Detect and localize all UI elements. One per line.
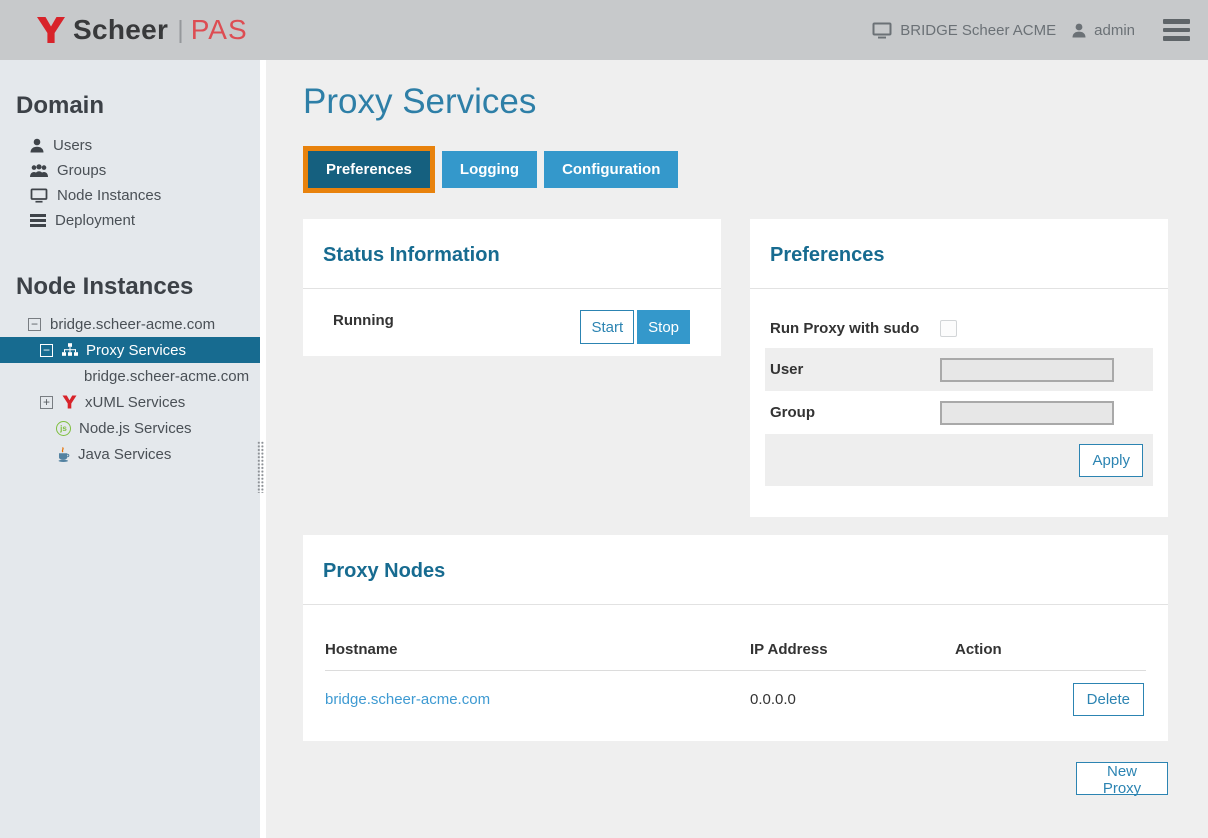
proxy-nodes-card: Proxy Nodes Hostname IP Address Action b… bbox=[303, 535, 1168, 741]
table-row: bridge.scheer-acme.com 0.0.0.0 Delete bbox=[325, 671, 1146, 727]
sudo-label: Run Proxy with sudo bbox=[770, 320, 940, 337]
tree-node-label: Proxy Services bbox=[86, 342, 186, 359]
sudo-checkbox[interactable] bbox=[940, 320, 957, 337]
user-field[interactable] bbox=[940, 358, 1114, 382]
tree-node-label: Java Services bbox=[78, 446, 171, 463]
column-header-hostname: Hostname bbox=[325, 641, 750, 658]
sidebar-item-users[interactable]: Users bbox=[0, 133, 260, 158]
stop-button[interactable]: Stop bbox=[637, 310, 690, 344]
group-field[interactable] bbox=[940, 401, 1114, 425]
current-node-indicator[interactable]: BRIDGE Scheer ACME bbox=[872, 22, 1056, 39]
tab-configuration[interactable]: Configuration bbox=[544, 151, 678, 188]
sidebar-item-node-instances[interactable]: Node Instances bbox=[0, 183, 260, 208]
tab-bar: Preferences Logging Configuration bbox=[303, 151, 685, 188]
card-title: Proxy Nodes bbox=[303, 535, 1168, 583]
status-value: Running bbox=[333, 312, 394, 329]
sidebar-resize-handle[interactable] bbox=[257, 441, 264, 493]
card-title: Preferences bbox=[750, 219, 1168, 267]
column-header-ip: IP Address bbox=[750, 641, 955, 658]
main-content: Proxy Services Preferences Logging Confi… bbox=[266, 60, 1208, 838]
sidebar-item-label: Deployment bbox=[55, 212, 135, 229]
delete-button[interactable]: Delete bbox=[1073, 683, 1144, 716]
status-information-card: Status Information Running Start Stop bbox=[303, 219, 721, 356]
tree-node-label: bridge.scheer-acme.com bbox=[84, 368, 249, 385]
tree-node-label: Node.js Services bbox=[79, 420, 192, 437]
column-header-action: Action bbox=[955, 641, 1146, 658]
tree-node-proxy-child[interactable]: bridge.scheer-acme.com bbox=[0, 363, 260, 389]
tree-node-bridge[interactable]: − bridge.scheer-acme.com bbox=[0, 311, 260, 337]
current-node-label: BRIDGE Scheer ACME bbox=[900, 22, 1056, 39]
monitor-icon bbox=[872, 22, 892, 39]
sidebar-item-label: Groups bbox=[57, 162, 106, 179]
start-button[interactable]: Start bbox=[580, 310, 634, 344]
sidebar-heading-domain: Domain bbox=[0, 92, 260, 120]
logo-separator: | bbox=[177, 16, 184, 45]
new-proxy-button[interactable]: New Proxy bbox=[1076, 762, 1168, 795]
sitemap-icon bbox=[62, 343, 78, 357]
sidebar-item-groups[interactable]: Groups bbox=[0, 158, 260, 183]
sidebar-heading-node-instances: Node Instances bbox=[0, 273, 260, 301]
java-icon bbox=[58, 447, 70, 462]
page-title: Proxy Services bbox=[303, 82, 536, 122]
tree-node-nodejs-services[interactable]: js Node.js Services bbox=[0, 415, 260, 441]
top-header: Scheer | PAS BRIDGE Scheer ACME admin bbox=[0, 0, 1208, 60]
sidebar-item-deployment[interactable]: Deployment bbox=[0, 208, 260, 233]
collapse-icon[interactable]: − bbox=[28, 318, 41, 331]
logo-brand-text: Scheer bbox=[73, 14, 168, 46]
hamburger-menu-icon[interactable] bbox=[1161, 15, 1192, 45]
user-menu[interactable]: admin bbox=[1072, 22, 1135, 39]
collapse-icon[interactable]: − bbox=[40, 344, 53, 357]
tree-node-java-services[interactable]: Java Services bbox=[0, 441, 260, 467]
tree-node-proxy-services[interactable]: − Proxy Services bbox=[0, 337, 260, 363]
sidebar-item-label: Node Instances bbox=[57, 187, 161, 204]
nodejs-icon: js bbox=[56, 421, 71, 436]
tree-node-xuml-services[interactable]: + xUML Services bbox=[0, 389, 260, 415]
tab-preferences[interactable]: Preferences bbox=[308, 151, 430, 188]
hostname-link[interactable]: bridge.scheer-acme.com bbox=[325, 691, 490, 708]
user-icon bbox=[1072, 23, 1086, 38]
tab-logging[interactable]: Logging bbox=[442, 151, 537, 188]
user-label: User bbox=[770, 361, 940, 378]
apply-button[interactable]: Apply bbox=[1079, 444, 1143, 477]
card-title: Status Information bbox=[303, 219, 721, 267]
logo-product-text: PAS bbox=[191, 14, 248, 46]
ip-address-value: 0.0.0.0 bbox=[750, 691, 955, 708]
xuml-icon bbox=[62, 395, 77, 409]
table-header-row: Hostname IP Address Action bbox=[325, 605, 1146, 658]
scheer-mark-icon bbox=[36, 16, 66, 44]
node-instances-tree: − bridge.scheer-acme.com − Proxy Service… bbox=[0, 311, 260, 467]
preferences-card: Preferences Run Proxy with sudo User Gro… bbox=[750, 219, 1168, 517]
tree-node-label: xUML Services bbox=[85, 394, 185, 411]
group-label: Group bbox=[770, 404, 940, 421]
sidebar: Domain Users Groups Node Instances Deplo… bbox=[0, 60, 260, 838]
tree-node-label: bridge.scheer-acme.com bbox=[50, 316, 215, 333]
sidebar-item-label: Users bbox=[53, 137, 92, 154]
expand-icon[interactable]: + bbox=[40, 396, 53, 409]
scheer-pas-logo[interactable]: Scheer | PAS bbox=[36, 14, 248, 46]
username-label: admin bbox=[1094, 22, 1135, 39]
